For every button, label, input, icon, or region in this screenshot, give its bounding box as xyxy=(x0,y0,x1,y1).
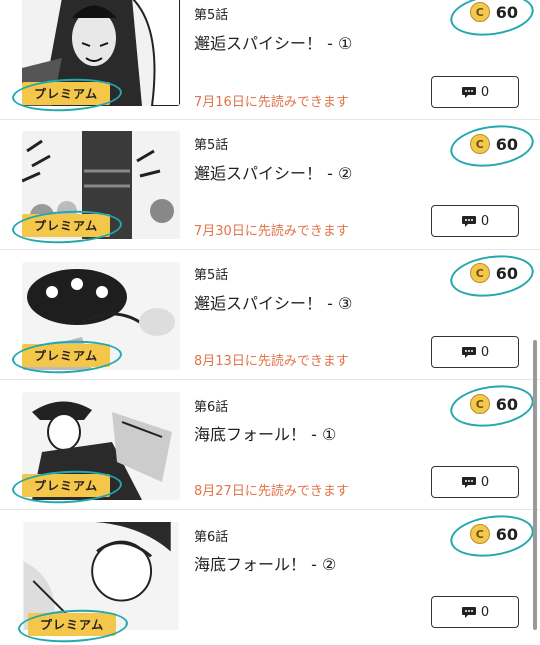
comment-button[interactable]: 0 xyxy=(431,466,519,498)
comment-button[interactable]: 0 xyxy=(431,336,519,368)
highlight-circle xyxy=(447,250,537,302)
comment-count: 0 xyxy=(480,213,490,229)
comment-button[interactable]: 0 xyxy=(431,205,519,237)
episode-row[interactable]: プレミアム 第6話 海底フォール！ - ② C 60 0 xyxy=(0,510,540,645)
highlight-circle xyxy=(447,120,537,172)
comment-button[interactable]: 0 xyxy=(431,596,519,628)
comment-button[interactable]: 0 xyxy=(431,76,519,108)
episode-row[interactable]: プレミアム 第5話 邂逅スパイシー！ - ① 7月16日に先読みできます C 6… xyxy=(0,0,540,120)
episode-number: 第5話 xyxy=(194,268,229,283)
episode-title: 海底フォール！ - ② xyxy=(194,555,337,574)
episode-title: 海底フォール！ - ① xyxy=(194,425,337,444)
early-read-date: 7月16日に先読みできます xyxy=(194,95,349,110)
comment-count: 0 xyxy=(480,344,490,360)
episode-row[interactable]: プレミアム 第5話 邂逅スパイシー！ - ② 7月30日に先読みできます C 6… xyxy=(0,120,540,250)
episode-row[interactable]: プレミアム 第6話 海底フォール！ - ① 8月27日に先読みできます C 60… xyxy=(0,380,540,510)
comment-bubble-icon xyxy=(461,476,477,488)
comment-bubble-icon xyxy=(461,215,477,227)
early-read-date: 8月13日に先読みできます xyxy=(194,354,349,369)
early-read-date: 7月30日に先読みできます xyxy=(194,224,349,239)
episode-title: 邂逅スパイシー！ - ② xyxy=(194,164,353,183)
comment-count: 0 xyxy=(480,474,490,490)
highlight-circle xyxy=(447,380,537,432)
episode-title: 邂逅スパイシー！ - ③ xyxy=(194,294,353,313)
episode-title: 邂逅スパイシー！ - ① xyxy=(194,34,353,53)
comment-bubble-icon xyxy=(461,86,477,98)
comment-bubble-icon xyxy=(461,606,477,618)
episode-row[interactable]: プレミアム 第5話 邂逅スパイシー！ - ③ 8月13日に先読みできます C 6… xyxy=(0,250,540,380)
highlight-circle xyxy=(447,510,537,562)
episode-number: 第5話 xyxy=(194,8,229,23)
comment-bubble-icon xyxy=(461,346,477,358)
scrollbar[interactable] xyxy=(533,340,537,630)
episode-number: 第6話 xyxy=(194,400,229,415)
early-read-date: 8月27日に先読みできます xyxy=(194,484,349,499)
episode-number: 第6話 xyxy=(194,530,229,545)
comment-count: 0 xyxy=(480,84,490,100)
highlight-circle xyxy=(447,0,537,41)
comment-count: 0 xyxy=(480,604,490,620)
episode-number: 第5話 xyxy=(194,138,229,153)
